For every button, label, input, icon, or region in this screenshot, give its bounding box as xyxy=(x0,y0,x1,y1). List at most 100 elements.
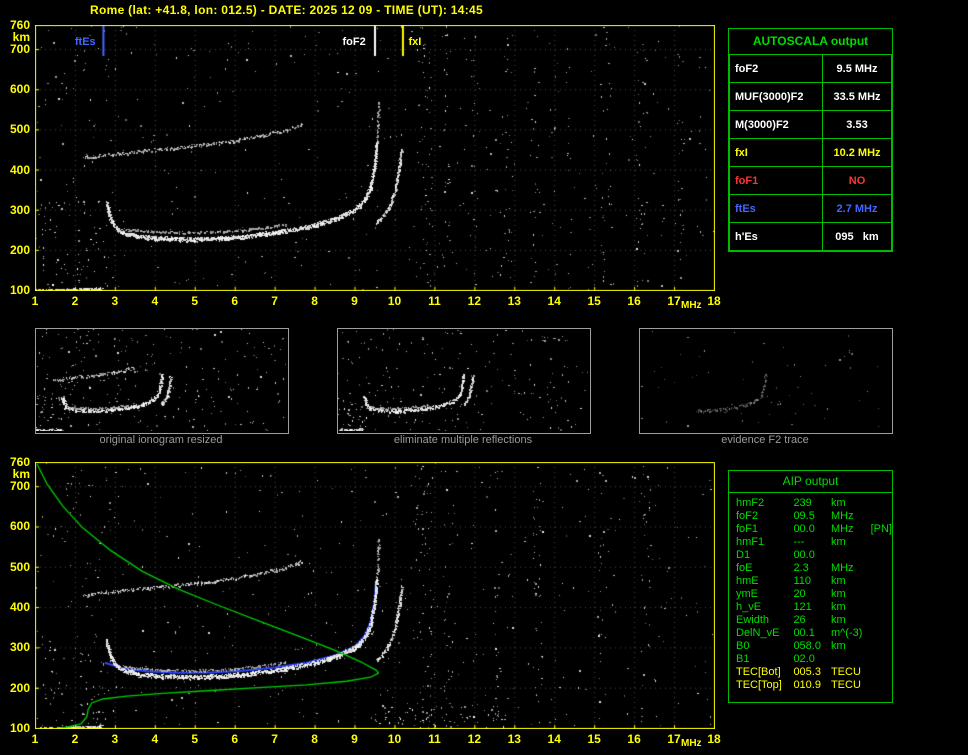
param-label: foF2 xyxy=(730,55,823,83)
x-tick-label: 15 xyxy=(584,295,604,307)
aip-param: Ewidth xyxy=(736,614,793,627)
aip-unit xyxy=(831,653,871,666)
aip-row-ewidth: Ewidth26km xyxy=(736,614,892,627)
aip-param: DelN_vE xyxy=(736,627,793,640)
aip-row-hmf2: hmF2239km xyxy=(736,497,892,510)
x-tick-label: 2 xyxy=(65,733,85,745)
aip-param: TEC[Bot] xyxy=(736,666,793,679)
aip-param: B0 xyxy=(736,640,793,653)
y-tick-label: 600 xyxy=(4,83,30,95)
aip-value: --- xyxy=(793,536,831,549)
x-tick-label: 5 xyxy=(185,295,205,307)
autoscala-row-fof2: foF29.5 MHz xyxy=(730,55,892,83)
aip-unit: TECU xyxy=(831,679,871,692)
x-axis-unit-label: MHz xyxy=(681,738,711,750)
x-tick-label: 5 xyxy=(185,733,205,745)
param-value: 33.5 MHz xyxy=(823,83,892,111)
aip-value: 110 xyxy=(793,575,831,588)
autoscala-row-ftes: ftEs2.7 MHz xyxy=(730,195,892,223)
aip-row-foe: foE2.3MHz xyxy=(736,562,892,575)
y-tick-label: 200 xyxy=(4,682,30,694)
y-tick-label: 700 xyxy=(4,480,30,492)
x-tick-label: 15 xyxy=(584,733,604,745)
aip-value: 058.0 xyxy=(793,640,831,653)
aip-value: 00.1 xyxy=(793,627,831,640)
param-value: 10.2 MHz xyxy=(823,139,892,167)
aip-unit: km xyxy=(831,536,871,549)
aip-note xyxy=(871,549,892,562)
param-value: 095 km xyxy=(823,223,892,251)
aip-unit: TECU xyxy=(831,666,871,679)
x-tick-label: 12 xyxy=(464,295,484,307)
autoscala-row-muf3000f2: MUF(3000)F233.5 MHz xyxy=(730,83,892,111)
aip-value: 121 xyxy=(793,601,831,614)
param-value: 2.7 MHz xyxy=(823,195,892,223)
aip-unit: MHz xyxy=(831,510,871,523)
top-ionogram-canvas xyxy=(35,25,715,291)
aip-table: hmF2239kmfoF209.5MHzfoF100.0MHz[PN]hmF1-… xyxy=(736,497,892,692)
x-tick-label: 7 xyxy=(265,733,285,745)
x-tick-label: 13 xyxy=(504,295,524,307)
aip-note: [PN] xyxy=(871,523,892,536)
aip-value: 26 xyxy=(793,614,831,627)
y-tick-label: 500 xyxy=(4,561,30,573)
aip-note xyxy=(871,679,892,692)
aip-unit: km xyxy=(831,614,871,627)
autoscala-row-fxi: fxI10.2 MHz xyxy=(730,139,892,167)
aip-param: hmF2 xyxy=(736,497,793,510)
x-tick-label: 4 xyxy=(145,295,165,307)
aip-value: 00.0 xyxy=(793,523,831,536)
x-tick-label: 11 xyxy=(424,733,444,745)
aip-unit: MHz xyxy=(831,562,871,575)
aip-row-hve: h_vE121km xyxy=(736,601,892,614)
y-tick-label: 400 xyxy=(4,601,30,613)
autoscala-row-fof1: foF1NO xyxy=(730,167,892,195)
aip-value: 02.0 xyxy=(793,653,831,666)
thumb-caption-evidence: evidence F2 trace xyxy=(639,434,891,446)
aip-unit: km xyxy=(831,575,871,588)
aip-param: hmE xyxy=(736,575,793,588)
x-tick-label: 2 xyxy=(65,295,85,307)
aip-value: 005.3 xyxy=(793,666,831,679)
aip-row-yme: ymE20km xyxy=(736,588,892,601)
x-tick-label: 1 xyxy=(25,733,45,745)
y-tick-label: 200 xyxy=(4,244,30,256)
autoscala-output-panel: AUTOSCALA output foF29.5 MHzMUF(3000)F23… xyxy=(728,28,893,252)
thumb-evidence-canvas xyxy=(640,329,890,431)
thumb-eliminate-reflections xyxy=(337,328,591,434)
y-tick-label: 400 xyxy=(4,164,30,176)
param-value: 9.5 MHz xyxy=(823,55,892,83)
param-label: MUF(3000)F2 xyxy=(730,83,823,111)
autoscala-panel-title: AUTOSCALA output xyxy=(729,29,892,54)
x-tick-label: 14 xyxy=(544,733,564,745)
x-tick-label: 10 xyxy=(384,733,404,745)
aip-param: foF1 xyxy=(736,523,793,536)
x-tick-label: 3 xyxy=(105,733,125,745)
param-value: 3.53 xyxy=(823,111,892,139)
aip-row-tecbot: TEC[Bot]005.3TECU xyxy=(736,666,892,679)
marker-label-fof2: foF2 xyxy=(342,36,367,48)
param-label: h'Es xyxy=(730,223,823,251)
autoscala-table: foF29.5 MHzMUF(3000)F233.5 MHzM(3000)F23… xyxy=(729,54,892,251)
aip-row-b1: B102.0 xyxy=(736,653,892,666)
aip-note xyxy=(871,666,892,679)
param-label: ftEs xyxy=(730,195,823,223)
thumb-caption-eliminate: eliminate multiple reflections xyxy=(337,434,589,446)
aip-row-b0: B0058.0km xyxy=(736,640,892,653)
y-tick-label: 300 xyxy=(4,204,30,216)
x-tick-label: 4 xyxy=(145,733,165,745)
aip-unit: MHz xyxy=(831,523,871,536)
aip-panel-title: AIP output xyxy=(729,471,892,493)
x-tick-label: 1 xyxy=(25,295,45,307)
thumb-original-ionogram xyxy=(35,328,289,434)
y-tick-label: 300 xyxy=(4,641,30,653)
aip-param: D1 xyxy=(736,549,793,562)
x-tick-label: 7 xyxy=(265,295,285,307)
aip-row-tectop: TEC[Top]010.9TECU xyxy=(736,679,892,692)
aip-row-d1: D100.0 xyxy=(736,549,892,562)
autoscala-row-m3000f2: M(3000)F23.53 xyxy=(730,111,892,139)
aip-param: hmF1 xyxy=(736,536,793,549)
aip-param: foE xyxy=(736,562,793,575)
aip-param: TEC[Top] xyxy=(736,679,793,692)
aip-row-fof1: foF100.0MHz[PN] xyxy=(736,523,892,536)
